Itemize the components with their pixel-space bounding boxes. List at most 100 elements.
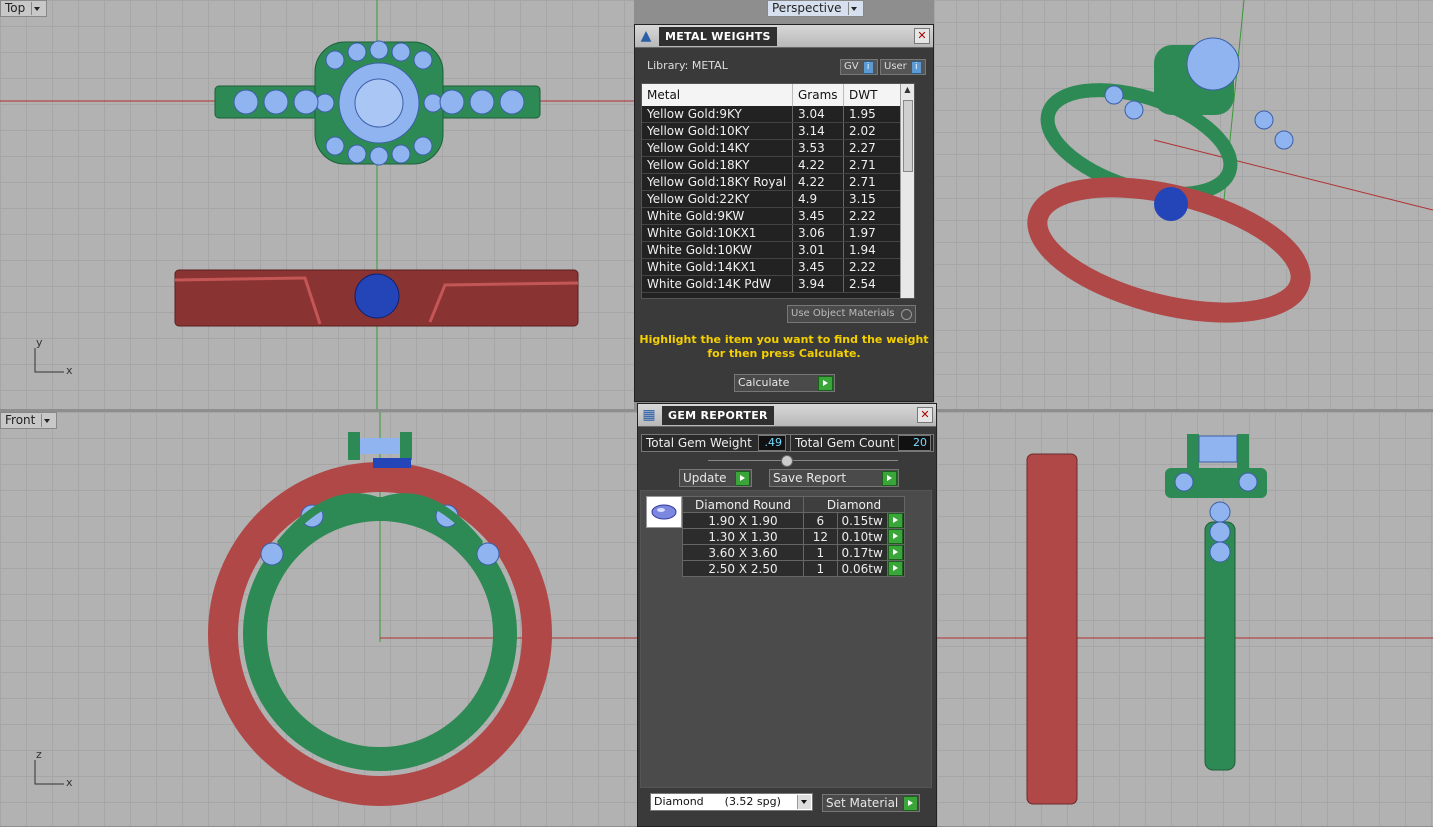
top-viewport-title: Top [5, 1, 26, 15]
gem-size-cell: 2.50 X 2.50 [682, 560, 804, 577]
close-icon[interactable]: ✕ [914, 28, 930, 44]
calculate-button[interactable]: Calculate [734, 374, 835, 392]
metal-grams-cell: 3.06 [792, 224, 844, 242]
table-row[interactable]: 2.50 X 2.50 1 0.06tw [682, 560, 906, 577]
metal-grams-cell: 3.14 [792, 122, 844, 140]
gem-reporter-titlebar[interactable]: ▦ GEM REPORTER ✕ [638, 404, 936, 427]
metal-grams-cell: 3.04 [792, 106, 844, 123]
divider-slider [708, 460, 898, 461]
metal-table-header: Metal Grams DWT [642, 84, 902, 106]
play-icon [888, 545, 904, 560]
play-icon [882, 471, 897, 486]
table-row[interactable]: Yellow Gold:18KY 4.22 2.71 [642, 156, 902, 174]
top-viewport-label[interactable]: Top [0, 0, 48, 17]
gem-type-header: Diamond [803, 496, 905, 513]
metal-dwt-cell: 1.97 [843, 224, 902, 242]
use-object-materials-button[interactable]: Use Object Materials [787, 305, 916, 323]
metal-dwt-cell: 2.27 [843, 139, 902, 157]
metal-weights-hint: Highlight the item you want to find the … [639, 333, 929, 360]
top-view-model [0, 0, 634, 409]
right-viewport[interactable] [937, 412, 1433, 826]
table-row[interactable]: 1.30 X 1.30 12 0.10tw [682, 528, 906, 545]
save-report-label: Save Report [773, 471, 847, 485]
table-row[interactable]: Yellow Gold:18KY Royal 4.22 2.71 [642, 173, 902, 191]
gv-toggle[interactable]: GV i [840, 59, 878, 75]
chevron-down-icon[interactable] [797, 795, 811, 809]
gem-reporter-panel: ▦ GEM REPORTER ✕ Total Gem Weight .49 To… [637, 403, 937, 827]
gem-weight-cell: 0.17tw [836, 544, 888, 561]
front-viewport-label[interactable]: Front [0, 412, 58, 429]
scroll-up-icon[interactable]: ▲ [901, 84, 914, 96]
metal-name-cell: Yellow Gold:10KY [642, 122, 793, 140]
front-viewport[interactable]: Front z x [0, 412, 637, 826]
perspective-viewport-tab[interactable]: Perspective [767, 0, 864, 17]
update-label: Update [683, 471, 727, 485]
table-row[interactable]: White Gold:14KX1 3.45 2.22 [642, 258, 902, 276]
splitter-handle-icon[interactable] [781, 455, 793, 467]
perspective-view-model [1027, 0, 1433, 323]
gem-row-go-button[interactable] [886, 560, 906, 577]
gem-rows: 1.90 X 1.90 6 0.15tw 1.30 X 1.30 12 0.10tw 3.6… [682, 512, 906, 577]
gem-count-cell: 1 [803, 560, 838, 577]
col-dwt[interactable]: DWT [843, 84, 902, 106]
info-icon: i [910, 60, 922, 74]
metal-dwt-cell: 2.02 [843, 122, 902, 140]
material-select-value: Diamond (3.52 spg) [654, 795, 781, 808]
gem-weight-cell: 0.10tw [836, 528, 888, 545]
library-label: Library: METAL [647, 59, 728, 72]
chevron-down-icon[interactable] [41, 414, 52, 427]
metal-list[interactable]: Metal Grams DWT Yellow Gold:9KY 3.04 1.95 Y… [641, 83, 915, 299]
metal-dwt-cell: 1.95 [843, 106, 902, 123]
metal-grams-cell: 4.22 [792, 156, 844, 174]
metal-name-cell: Yellow Gold:9KY [642, 106, 793, 123]
gv-label: GV [844, 61, 859, 72]
metal-weights-title: METAL WEIGHTS [659, 26, 777, 46]
metal-name-cell: White Gold:14K PdW [642, 275, 793, 293]
gem-weight-cell: 0.15tw [836, 512, 888, 529]
chevron-down-icon[interactable] [31, 2, 42, 15]
table-row[interactable]: Yellow Gold:22KY 4.9 3.15 [642, 190, 902, 208]
gem-row-go-button[interactable] [886, 528, 906, 545]
table-row[interactable]: Yellow Gold:10KY 3.14 2.02 [642, 122, 902, 140]
update-button[interactable]: Update [679, 469, 752, 487]
gem-size-cell: 3.60 X 3.60 [682, 544, 804, 561]
table-row[interactable]: White Gold:14K PdW 3.94 2.54 [642, 275, 902, 293]
metal-weights-titlebar[interactable]: ▲ METAL WEIGHTS ✕ [635, 25, 933, 48]
save-report-button[interactable]: Save Report [769, 469, 899, 487]
table-row[interactable]: White Gold:10KW 3.01 1.94 [642, 241, 902, 259]
table-row[interactable]: 3.60 X 3.60 1 0.17tw [682, 544, 906, 561]
table-row[interactable]: Yellow Gold:14KY 3.53 2.27 [642, 139, 902, 157]
gem-row-go-button[interactable] [886, 544, 906, 561]
gem-row-go-button[interactable] [886, 512, 906, 529]
axis-z-label: z [36, 748, 42, 761]
table-row[interactable]: White Gold:9KW 3.45 2.22 [642, 207, 902, 225]
radio-icon [901, 309, 912, 320]
user-toggle[interactable]: User i [880, 59, 926, 75]
metal-name-cell: Yellow Gold:18KY Royal [642, 173, 793, 191]
perspective-viewport[interactable] [934, 0, 1433, 409]
metal-grams-cell: 3.01 [792, 241, 844, 259]
top-viewport[interactable]: Top y x [0, 0, 634, 409]
table-row[interactable]: 1.90 X 1.90 6 0.15tw [682, 512, 906, 529]
table-row[interactable]: White Gold:10KX1 3.06 1.97 [642, 224, 902, 242]
metal-name-cell: White Gold:10KW [642, 241, 793, 259]
metal-name-cell: White Gold:9KW [642, 207, 793, 225]
scroll-thumb[interactable] [903, 100, 913, 172]
gem-size-cell: 1.30 X 1.30 [682, 528, 804, 545]
play-icon [735, 471, 750, 486]
col-grams[interactable]: Grams [792, 84, 844, 106]
set-material-button[interactable]: Set Material [822, 794, 920, 812]
close-icon[interactable]: ✕ [917, 407, 933, 423]
metal-list-scrollbar[interactable]: ▲ [900, 84, 914, 298]
metal-grams-cell: 3.45 [792, 258, 844, 276]
front-view-model [208, 412, 637, 806]
metal-name-cell: Yellow Gold:14KY [642, 139, 793, 157]
material-select[interactable]: Diamond (3.52 spg) [650, 793, 813, 811]
table-row[interactable]: Yellow Gold:9KY 3.04 1.95 [642, 106, 902, 123]
metal-name-cell: Yellow Gold:22KY [642, 190, 793, 208]
gem-count-cell: 12 [803, 528, 838, 545]
chevron-down-icon[interactable] [847, 2, 859, 15]
gem-table: Diamond Round Diamond 1.90 X 1.90 6 0.15tw… [682, 496, 906, 577]
col-metal[interactable]: Metal [642, 84, 793, 106]
metal-grams-cell: 4.22 [792, 173, 844, 191]
